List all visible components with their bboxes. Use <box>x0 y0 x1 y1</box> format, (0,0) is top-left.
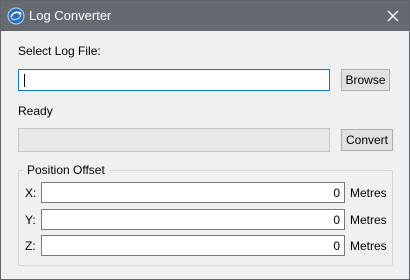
x-label: X: <box>25 186 37 200</box>
status-label: Ready <box>18 104 53 118</box>
text-caret <box>24 74 25 87</box>
x-unit-label: Metres <box>350 186 387 200</box>
z-offset-value: 0 <box>333 239 340 253</box>
x-offset-input[interactable]: 0 <box>41 182 345 203</box>
position-offset-title: Position Offset <box>23 163 109 177</box>
log-file-input[interactable] <box>18 69 330 91</box>
title-bar[interactable]: Log Converter <box>1 1 409 31</box>
close-button[interactable] <box>377 1 409 31</box>
y-label: Y: <box>25 213 36 227</box>
z-offset-input[interactable]: 0 <box>41 235 345 256</box>
convert-button[interactable]: Convert <box>341 129 393 151</box>
z-label: Z: <box>25 239 36 253</box>
window-title: Log Converter <box>29 8 112 23</box>
browse-button[interactable]: Browse <box>341 69 390 91</box>
log-converter-icon <box>7 7 25 25</box>
y-offset-input[interactable]: 0 <box>41 209 345 230</box>
select-log-file-label: Select Log File: <box>18 44 101 58</box>
log-converter-window: Log Converter Select Log File: Browse Re… <box>0 0 410 280</box>
x-offset-value: 0 <box>333 186 340 200</box>
close-icon <box>387 10 399 22</box>
z-unit-label: Metres <box>350 239 387 253</box>
y-offset-value: 0 <box>333 213 340 227</box>
progress-bar <box>18 128 330 152</box>
y-unit-label: Metres <box>350 213 387 227</box>
